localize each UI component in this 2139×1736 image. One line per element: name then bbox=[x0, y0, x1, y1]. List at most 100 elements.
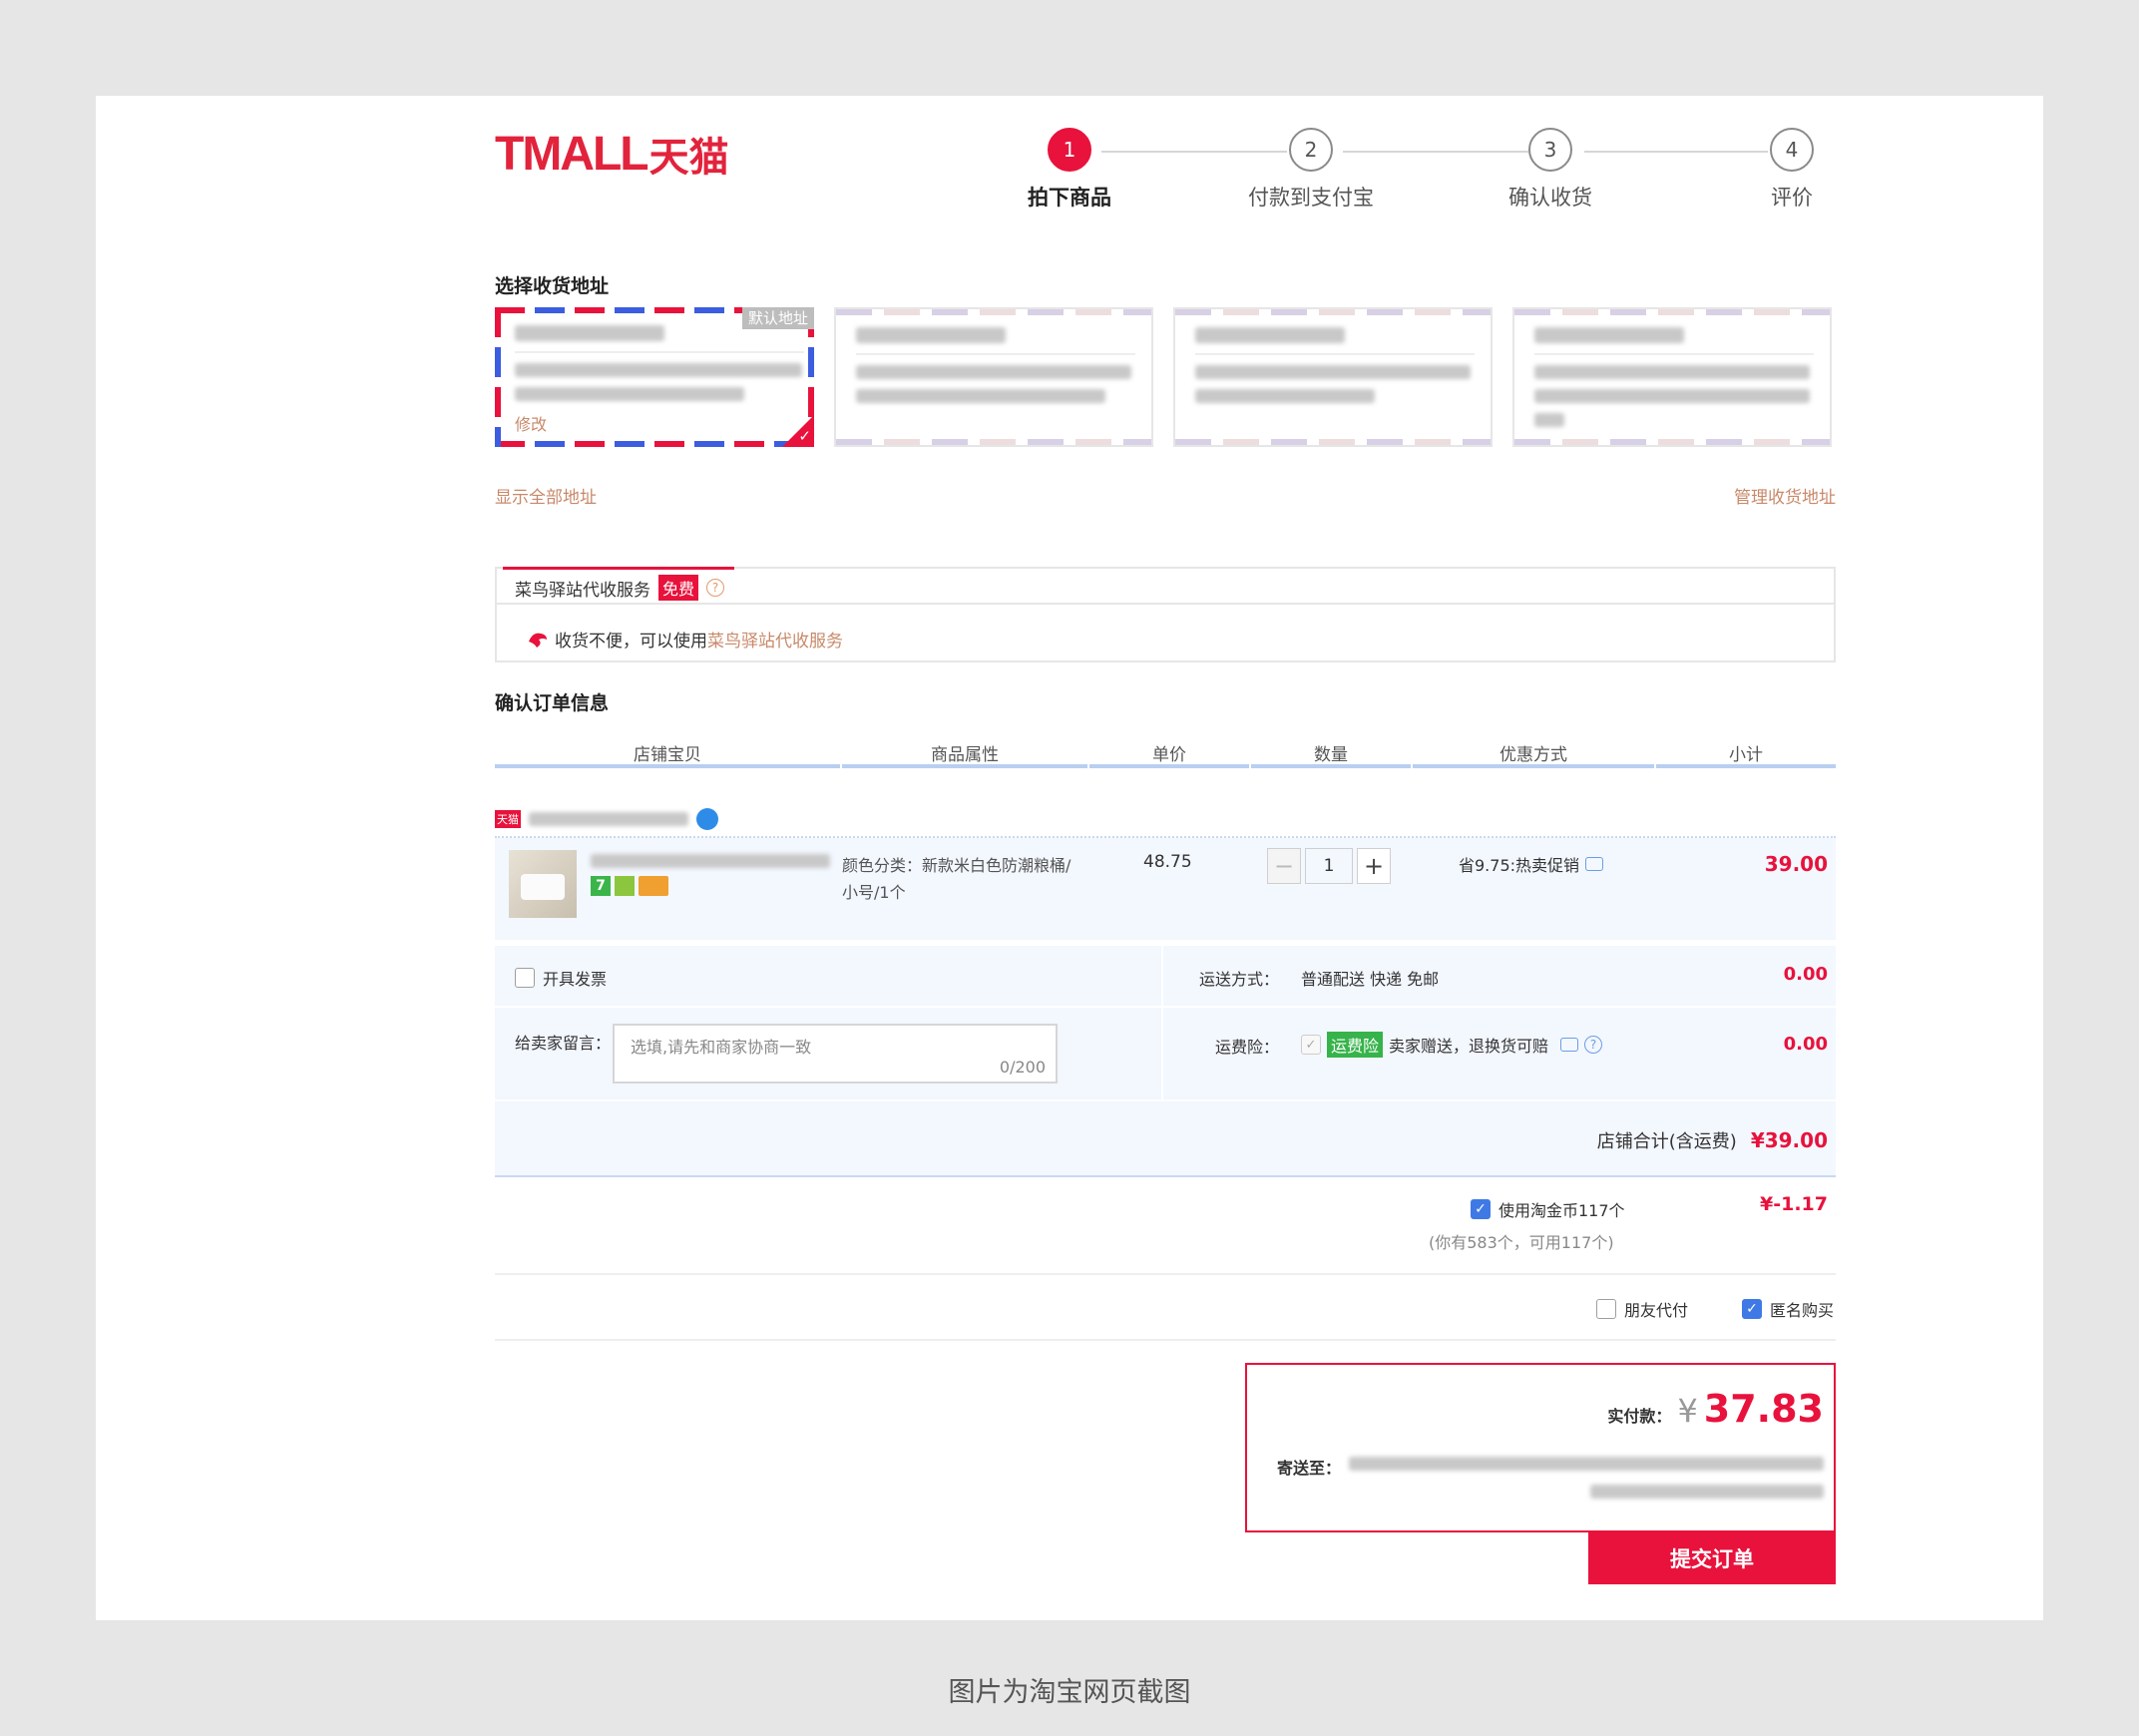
promo-detail-icon[interactable] bbox=[1585, 857, 1604, 871]
submit-order-button[interactable]: 提交订单 bbox=[1588, 1532, 1836, 1584]
anonymous-label: 匿名购买 bbox=[1770, 1301, 1835, 1320]
address-card-selected[interactable]: 默认地址 修改 ✓ bbox=[495, 307, 814, 447]
help-icon[interactable]: ? bbox=[1584, 1036, 1603, 1054]
friend-pay-label: 朋友代付 bbox=[1624, 1301, 1689, 1320]
checkout-content: TMALL 天猫 1 2 3 4 拍下商品 付款到支付宝 确认收货 评价 选择收… bbox=[495, 96, 1836, 1620]
tmall-shop-badge: 天猫 bbox=[495, 810, 521, 828]
header-underline bbox=[1251, 764, 1411, 768]
divider bbox=[1161, 946, 1163, 1099]
shop-total: 店铺合计(含运费) ¥39.00 bbox=[1597, 1127, 1828, 1153]
address-name-redacted bbox=[1534, 327, 1684, 343]
divider bbox=[515, 351, 804, 353]
step-4-circle: 4 bbox=[1770, 128, 1814, 172]
anonymous-checkbox[interactable]: ✓ bbox=[1742, 1299, 1762, 1319]
product-thumbnail[interactable] bbox=[509, 850, 577, 918]
ship-to-label: 寄送至： bbox=[1277, 1459, 1342, 1478]
decrease-quantity-button[interactable]: − bbox=[1267, 848, 1301, 884]
insurance-checkbox[interactable]: ✓ bbox=[1301, 1035, 1321, 1055]
product-image bbox=[521, 874, 565, 900]
manage-addresses-link[interactable]: 管理收货地址 bbox=[1734, 483, 1836, 508]
insurance-tag: 运费险 bbox=[1327, 1032, 1384, 1058]
airmail-stripe bbox=[1175, 439, 1491, 445]
seller-message-field[interactable]: 选填,请先和商家协商一致 0/200 bbox=[613, 1024, 1058, 1084]
invoice-option[interactable]: 开具发票 bbox=[515, 966, 607, 990]
address-line-redacted bbox=[515, 387, 744, 401]
wangwang-chat-icon[interactable] bbox=[696, 808, 718, 830]
airmail-stripe bbox=[836, 439, 1151, 445]
address-name-redacted bbox=[856, 327, 1006, 343]
product-title-redacted[interactable] bbox=[591, 854, 830, 868]
shop-name-redacted[interactable] bbox=[529, 812, 688, 826]
address-card[interactable] bbox=[834, 307, 1153, 447]
address-line-redacted bbox=[1534, 389, 1810, 403]
paid-amount: 实付款： ¥ 37.83 bbox=[1607, 1387, 1824, 1431]
attr-line: 小号/1个 bbox=[842, 883, 906, 902]
column-header-item: 店铺宝贝 bbox=[634, 745, 701, 765]
column-header-subtotal: 小计 bbox=[1729, 745, 1763, 765]
column-header-price: 单价 bbox=[1152, 745, 1186, 765]
friend-pay-option[interactable]: 朋友代付 bbox=[1596, 1297, 1688, 1321]
credit-card-icon bbox=[639, 876, 668, 896]
shipping-method[interactable]: 普通配送 快递 免邮 bbox=[1301, 966, 1439, 990]
header-underline bbox=[1089, 764, 1249, 768]
edit-address-link[interactable]: 修改 bbox=[515, 411, 547, 435]
taobao-coin-label: 使用淘金币117个 bbox=[1498, 1201, 1625, 1220]
cainiao-service-link[interactable]: 菜鸟驿站代收服务 bbox=[707, 627, 843, 651]
discount-text: 省9.75:热卖促销 bbox=[1459, 856, 1580, 875]
order-options: 开具发票 运送方式： 普通配送 快递 免邮 0.00 给卖家留言： 选填,请先和… bbox=[495, 944, 1836, 1175]
step-1-circle: 1 bbox=[1048, 128, 1091, 172]
airmail-stripe bbox=[1175, 309, 1491, 315]
increase-quantity-button[interactable]: + bbox=[1357, 848, 1391, 884]
unit-price: 48.75 bbox=[1143, 852, 1192, 872]
step-connector bbox=[1343, 151, 1528, 153]
order-section-title: 确认订单信息 bbox=[495, 692, 610, 714]
address-section-title: 选择收货地址 bbox=[495, 275, 610, 297]
quantity-stepper: − 1 + bbox=[1267, 848, 1391, 884]
address-line-redacted bbox=[1195, 389, 1375, 403]
invoice-checkbox[interactable] bbox=[515, 968, 535, 988]
service-icons: 7 bbox=[591, 876, 668, 896]
divider bbox=[495, 1175, 1836, 1177]
header-underline bbox=[495, 764, 840, 768]
invoice-label: 开具发票 bbox=[543, 970, 608, 989]
address-name-redacted bbox=[1195, 327, 1345, 343]
divider bbox=[495, 1339, 1836, 1341]
payment-summary: 实付款： ¥ 37.83 寄送至： bbox=[1245, 1363, 1836, 1532]
taobao-coin-option[interactable]: ✓ 使用淘金币117个 bbox=[1471, 1197, 1625, 1221]
column-header-qty: 数量 bbox=[1314, 745, 1348, 765]
show-all-addresses-link[interactable]: 显示全部地址 bbox=[495, 483, 597, 508]
address-card[interactable] bbox=[1512, 307, 1832, 447]
cainiao-tab-label: 菜鸟驿站代收服务 bbox=[515, 580, 650, 601]
address-line-redacted bbox=[1534, 413, 1564, 427]
address-line-redacted bbox=[515, 363, 802, 377]
paid-amount-value: 37.83 bbox=[1703, 1387, 1824, 1431]
checkout-page: TMALL 天猫 1 2 3 4 拍下商品 付款到支付宝 确认收货 评价 选择收… bbox=[96, 96, 2043, 1620]
shop-total-label: 店铺合计(含运费) bbox=[1596, 1131, 1737, 1152]
tmall-logo[interactable]: TMALL 天猫 bbox=[495, 128, 729, 182]
quantity-input[interactable]: 1 bbox=[1305, 848, 1353, 884]
paid-label: 实付款： bbox=[1607, 1407, 1672, 1426]
address-card[interactable] bbox=[1173, 307, 1493, 447]
taobao-coin-checkbox[interactable]: ✓ bbox=[1471, 1199, 1491, 1219]
shop-header: 天猫 bbox=[495, 808, 718, 830]
divider bbox=[1195, 353, 1475, 355]
divider bbox=[495, 1099, 1836, 1101]
ship-to-address-redacted bbox=[1349, 1457, 1824, 1471]
insurance-option: ✓ 运费险 卖家赠送，退换货可赔 ? bbox=[1301, 1032, 1603, 1058]
free-badge: 免费 bbox=[658, 575, 699, 601]
guarantee-icon bbox=[615, 876, 635, 896]
step-2-label: 付款到支付宝 bbox=[1248, 186, 1374, 210]
airmail-stripe bbox=[836, 309, 1151, 315]
insurance-detail-icon[interactable] bbox=[1560, 1038, 1579, 1052]
column-header-attr: 商品属性 bbox=[931, 745, 999, 765]
divider bbox=[495, 1273, 1836, 1275]
step-4-label: 评价 bbox=[1771, 186, 1813, 210]
taobao-coin-note: (你有583个，可用117个) bbox=[1429, 1233, 1614, 1252]
divider bbox=[1534, 353, 1814, 355]
address-line-redacted bbox=[856, 389, 1105, 403]
anonymous-purchase-option[interactable]: ✓ 匿名购买 bbox=[1742, 1297, 1834, 1321]
friend-pay-checkbox[interactable] bbox=[1596, 1299, 1616, 1319]
shipping-label: 运送方式： bbox=[1199, 970, 1280, 989]
shop-total-value: ¥39.00 bbox=[1750, 1128, 1828, 1152]
help-icon[interactable]: ? bbox=[706, 579, 725, 597]
